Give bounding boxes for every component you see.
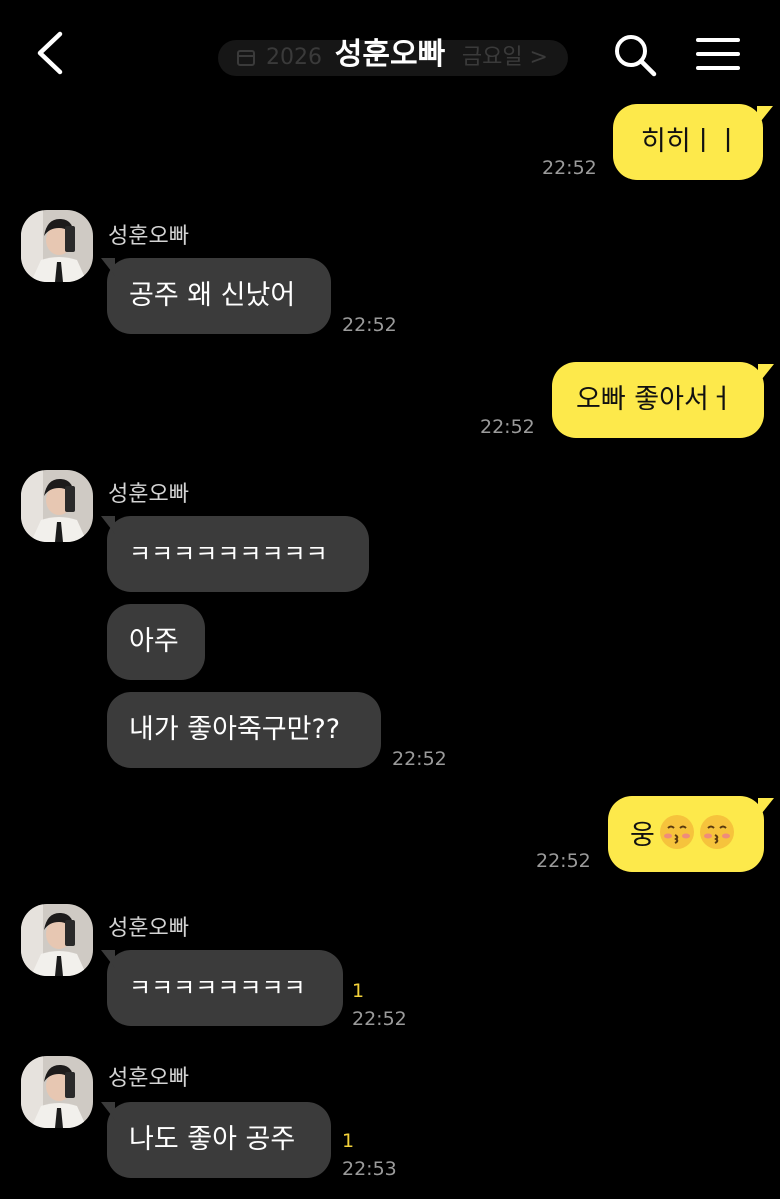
kissing-face-with-closed-eyes-icon — [659, 815, 694, 849]
sender-name: 성훈오빠 — [108, 224, 189, 249]
message-time: 22:52 — [392, 748, 447, 770]
avatar[interactable] — [21, 210, 93, 282]
message-bubble-incoming[interactable]: 나도 좋아 공주 — [101, 1102, 331, 1178]
sender-name: 성훈오빠 — [108, 1066, 189, 1091]
message-time: 22:53 — [342, 1158, 397, 1180]
message-bubble-incoming[interactable]: 공주 왜 신났어 — [101, 258, 331, 334]
message-time: 22:52 — [480, 416, 535, 438]
message-bubble-outgoing[interactable]: 오빠 좋아서ㅓ — [552, 362, 774, 438]
message-time: 22:52 — [536, 850, 591, 872]
avatar[interactable] — [21, 1056, 93, 1128]
sender-name: 성훈오빠 — [108, 916, 189, 941]
message-text: 아주 — [129, 626, 179, 657]
message-text: 내가 좋아죽구만?? — [129, 714, 341, 745]
message-text: 히히ㅣㅣ — [641, 126, 741, 157]
message-text: ㅋㅋㅋㅋㅋㅋㅋㅋ — [129, 974, 306, 1002]
message-bubble-incoming[interactable]: ㅋㅋㅋㅋㅋㅋㅋㅋ — [101, 950, 343, 1026]
message-bubble-incoming[interactable]: ㅋㅋㅋㅋㅋㅋㅋㅋㅋ — [101, 516, 369, 592]
avatar[interactable] — [21, 904, 93, 976]
message-text: 웅 — [630, 820, 655, 851]
message-time: 22:52 — [352, 1008, 407, 1030]
message-bubble-outgoing[interactable]: 히히ㅣㅣ — [613, 104, 773, 180]
unread-count: 1 — [352, 980, 365, 1002]
sender-name: 성훈오빠 — [108, 482, 189, 507]
message-bubble-incoming[interactable]: 아주 — [107, 604, 205, 680]
message-text: 나도 좋아 공주 — [129, 1124, 296, 1155]
message-text: 공주 왜 신났어 — [129, 280, 296, 311]
message-time: 22:52 — [342, 314, 397, 336]
unread-count: 1 — [342, 1130, 355, 1152]
message-time: 22:52 — [542, 157, 597, 179]
message-bubble-incoming[interactable]: 내가 좋아죽구만?? — [107, 692, 381, 768]
message-text: 오빠 좋아서ㅓ — [576, 384, 734, 415]
chat-title: 성훈오빠 — [334, 37, 446, 72]
message-text: ㅋㅋㅋㅋㅋㅋㅋㅋㅋ — [129, 540, 328, 568]
message-bubble-outgoing[interactable]: 웅 — [608, 796, 774, 872]
kissing-face-with-closed-eyes-icon — [699, 815, 734, 849]
avatar[interactable] — [21, 470, 93, 542]
